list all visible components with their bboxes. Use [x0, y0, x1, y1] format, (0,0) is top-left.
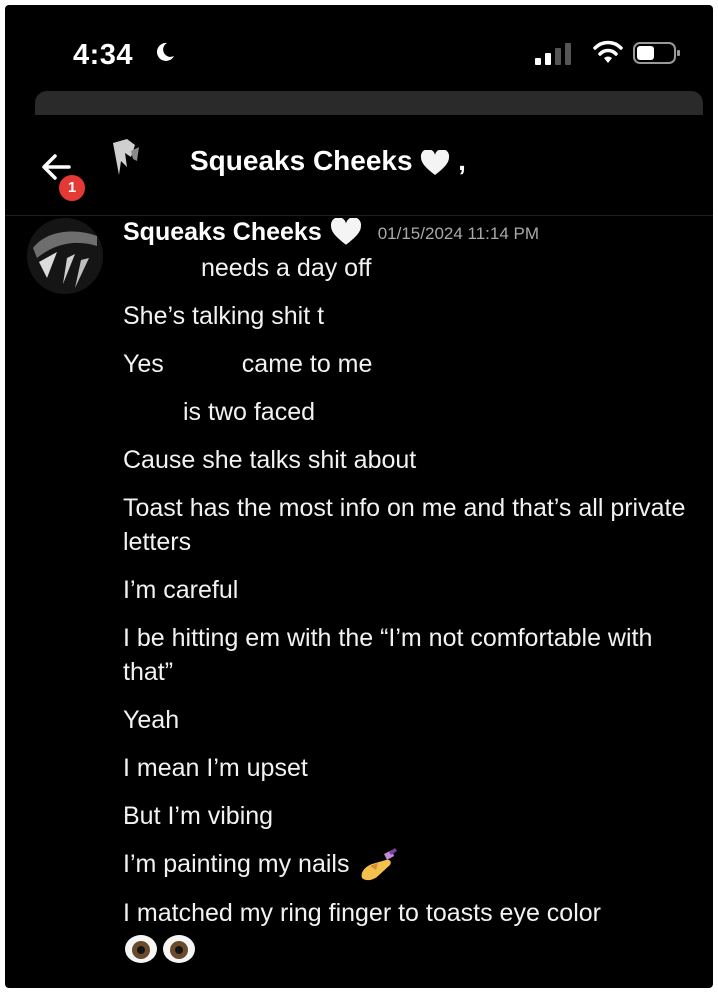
- message-item[interactable]: Yes came to me: [123, 347, 698, 381]
- message-item[interactable]: But I’m vibing: [123, 799, 698, 833]
- message-text: Toast has the most info on me and that’s…: [123, 494, 686, 556]
- white-heart-icon: [421, 149, 450, 175]
- status-time: 4:34: [73, 39, 134, 71]
- message-item[interactable]: is two faced: [123, 395, 698, 429]
- message-item[interactable]: Cause she talks shit about: [123, 443, 698, 477]
- wifi-icon: [593, 40, 623, 63]
- moon-icon: [156, 42, 174, 61]
- message-item[interactable]: I mean I’m upset: [123, 751, 698, 785]
- message-item[interactable]: I be hitting em with the “I’m not comfor…: [123, 621, 698, 689]
- message-text: She’s talking shit t: [123, 302, 325, 330]
- message-list: needs a day off She’s talking shit t Yes…: [123, 251, 698, 979]
- message-item[interactable]: I matched my ring finger to toasts eye c…: [123, 896, 698, 964]
- sender-avatar-image: [27, 218, 103, 294]
- message-text: I’m careful: [123, 576, 239, 604]
- top-pill-bar: [35, 91, 703, 115]
- header-avatar[interactable]: [109, 137, 141, 181]
- sender-name[interactable]: Squeaks Cheeks: [123, 218, 362, 247]
- message-text: I mean I’m upset: [123, 754, 308, 782]
- message-text: I matched my ring finger to toasts eye c…: [123, 899, 601, 928]
- message-text: is two faced: [183, 398, 316, 426]
- chat-title-suffix: ,: [458, 145, 466, 176]
- message-item[interactable]: I’m careful: [123, 573, 698, 607]
- sender-avatar[interactable]: [27, 218, 103, 294]
- chat-header: 1 Squeaks Cheeks ,: [5, 115, 713, 216]
- message-item[interactable]: needs a day off: [123, 251, 698, 285]
- message-text: came to me: [241, 350, 373, 378]
- cellular-signal-icon: [535, 43, 571, 65]
- sender-name-text: Squeaks Cheeks: [123, 217, 322, 246]
- message-item[interactable]: I’m painting my nails: [123, 847, 698, 882]
- message-text: Yes: [123, 350, 164, 378]
- message-text: needs a day off: [201, 254, 372, 282]
- nail-polish-emoji-icon: [362, 848, 398, 881]
- chat-title-text: Squeaks Cheeks: [190, 145, 413, 176]
- message-header: Squeaks Cheeks 01/15/2024 11:14 PM: [123, 215, 539, 249]
- eyes-emoji-icon: [125, 934, 195, 963]
- message-text: I be hitting em with the “I’m not comfor…: [123, 624, 653, 686]
- app-screen: 4:34 1 Squeaks Cheeks , Squeaks Cheeks 0…: [5, 5, 713, 988]
- battery-icon: [633, 42, 680, 64]
- message-item[interactable]: Yeah: [123, 703, 698, 737]
- message-item[interactable]: She’s talking shit t: [123, 299, 698, 333]
- message-timestamp: 01/15/2024 11:14 PM: [377, 224, 540, 243]
- status-bar: 4:34: [5, 5, 713, 95]
- white-heart-icon: [330, 218, 361, 245]
- message-text: I’m painting my nails: [123, 850, 350, 878]
- redacted-text: [163, 352, 242, 379]
- redacted-text: [123, 256, 201, 283]
- message-item[interactable]: Toast has the most info on me and that’s…: [123, 491, 698, 559]
- message-text: Cause she talks shit about: [123, 446, 417, 474]
- message-text: Yeah: [123, 706, 180, 734]
- chat-title[interactable]: Squeaks Cheeks ,: [190, 145, 466, 177]
- message-text: But I’m vibing: [123, 802, 274, 830]
- unread-badge: 1: [57, 173, 87, 203]
- redacted-text: [123, 400, 183, 427]
